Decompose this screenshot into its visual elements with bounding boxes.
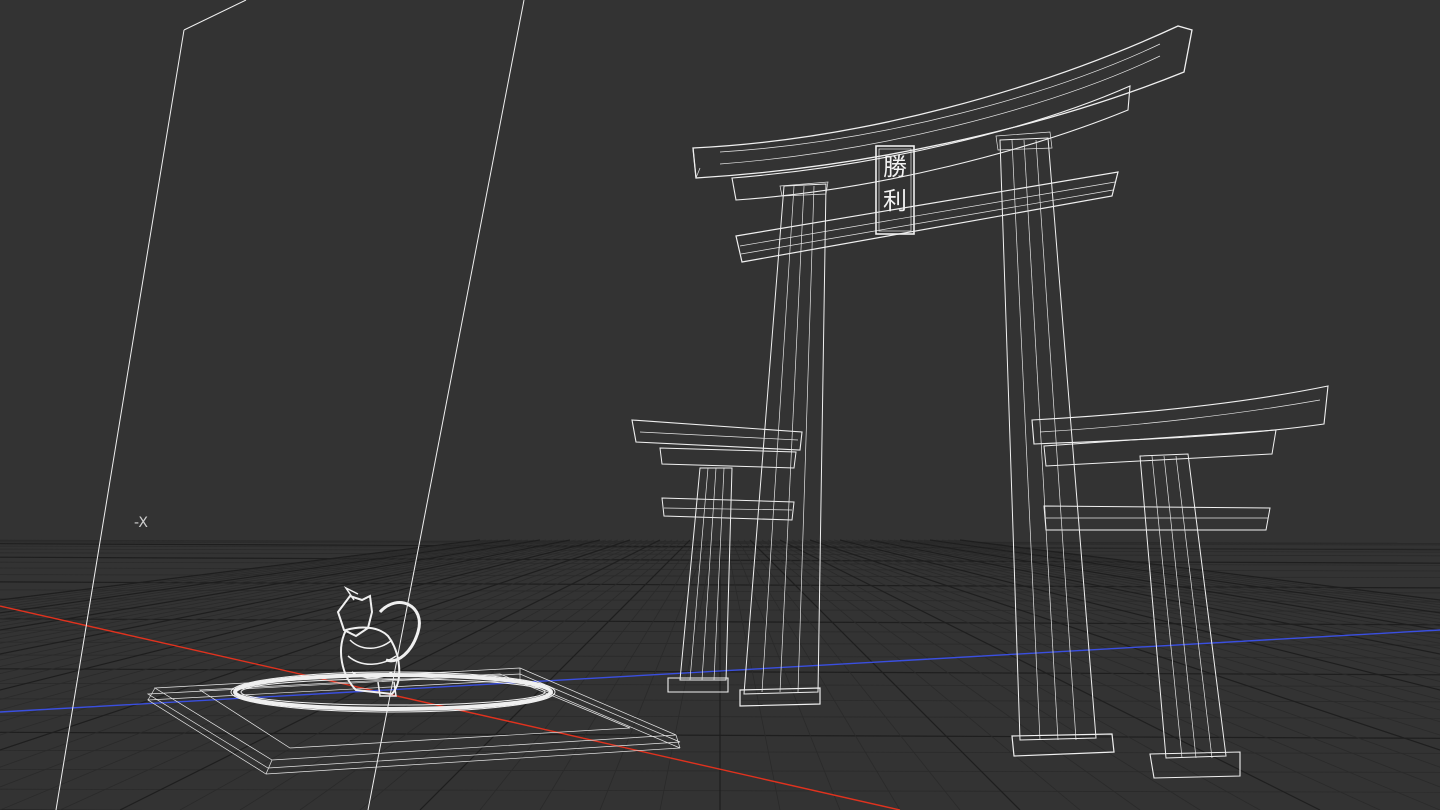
- plaque-glyph: 勝: [883, 153, 907, 181]
- grid-line: [767, 539, 1201, 810]
- camera-frame[interactable]: [55, 0, 525, 810]
- grid-line: [743, 539, 961, 810]
- axis-label-neg-x: -X: [134, 515, 148, 531]
- torii-plaque-text: 勝 利: [878, 150, 912, 218]
- scene-canvas[interactable]: [0, 0, 1440, 810]
- grid-line: [479, 539, 697, 810]
- plaque-glyph: 利: [883, 187, 907, 215]
- grid-line: [659, 539, 715, 810]
- main-torii-gate[interactable]: [692, 25, 1193, 757]
- grid-line: [749, 539, 1021, 810]
- 3d-viewport[interactable]: -X 勝 利: [0, 0, 1440, 810]
- grid-line: [731, 539, 841, 810]
